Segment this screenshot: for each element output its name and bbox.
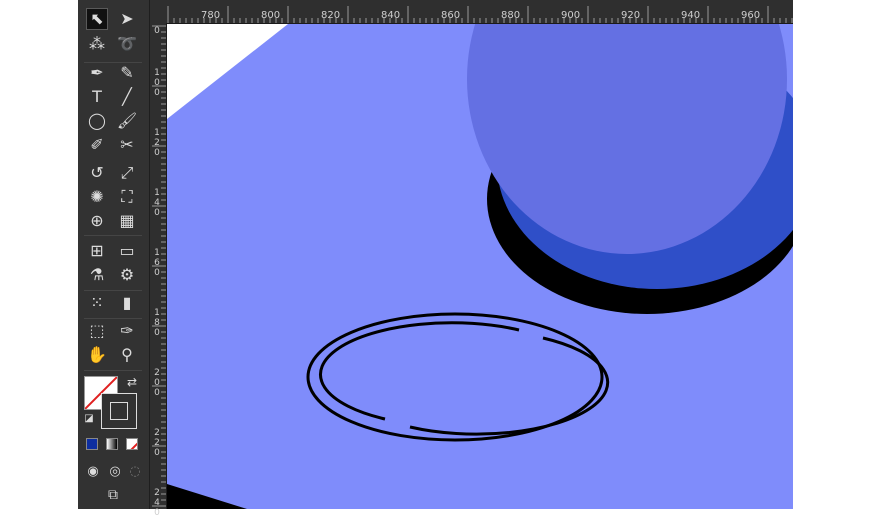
shaper-tool-icon[interactable]: ✐ xyxy=(86,134,108,156)
ruler-label: 800 xyxy=(261,10,281,21)
tools-divider xyxy=(84,370,142,371)
ruler-label: 860 xyxy=(441,10,461,21)
draw-normal-icon[interactable]: ◉ xyxy=(82,460,104,482)
none-mode-button[interactable] xyxy=(126,438,138,450)
column-graph-tool-icon[interactable]: ▮ xyxy=(116,292,138,314)
perspective-grid-tool-icon[interactable]: ▦ xyxy=(116,210,138,232)
blend-tool-icon[interactable]: ⚙ xyxy=(116,264,138,286)
ruler-label: 780 xyxy=(201,10,221,21)
swap-fill-stroke-icon[interactable]: ⇄ xyxy=(124,374,140,390)
ruler-label: 120 xyxy=(154,128,160,158)
scale-tool-icon[interactable]: ⤢ xyxy=(116,162,138,184)
gradient-mode-button[interactable] xyxy=(106,438,118,450)
pen-tool-icon[interactable]: ✒ xyxy=(86,62,108,84)
ellipse-tool-icon[interactable]: ◯ xyxy=(86,110,108,132)
rotate-tool-icon[interactable]: ↺ xyxy=(86,162,108,184)
selection-tool-icon[interactable]: ⬉ xyxy=(86,8,108,30)
type-tool-icon[interactable]: T xyxy=(86,86,108,108)
ruler-label: 840 xyxy=(381,10,401,21)
tools-divider xyxy=(84,235,142,236)
mesh-tool-icon[interactable]: ⊞ xyxy=(86,240,108,262)
gradient-tool-icon[interactable]: ▭ xyxy=(116,240,138,262)
warp-tool-icon[interactable]: ✺ xyxy=(86,186,108,208)
lasso-tool-icon[interactable]: ➰ xyxy=(116,33,138,55)
tools-divider xyxy=(84,62,142,63)
change-screen-mode-icon[interactable]: ⧉ xyxy=(100,484,126,506)
zoom-tool-icon[interactable]: ⚲ xyxy=(116,344,138,366)
symbol-sprayer-tool-icon[interactable]: ⁙ xyxy=(86,292,108,314)
curvature-tool-icon[interactable]: ✎ xyxy=(116,62,138,84)
ruler-label: 0 xyxy=(154,26,160,36)
shape-builder-tool-icon[interactable]: ⊕ xyxy=(86,210,108,232)
tools-divider xyxy=(84,318,142,319)
eyedropper-tool-icon[interactable]: ⚗ xyxy=(86,264,108,286)
ruler-label: 940 xyxy=(681,10,701,21)
line-segment-tool-icon[interactable]: ╱ xyxy=(116,86,138,108)
paintbrush-tool-icon[interactable]: 🖌 xyxy=(116,110,138,132)
ruler-label: 140 xyxy=(154,188,160,218)
ruler-label: 180 xyxy=(154,308,160,338)
none-color-icon xyxy=(130,442,137,449)
hand-tool-icon[interactable]: ✋ xyxy=(86,344,108,366)
ruler-label: 900 xyxy=(561,10,581,21)
default-fill-stroke-icon[interactable]: ◪ xyxy=(82,412,96,426)
draw-behind-icon[interactable]: ◎ xyxy=(104,460,126,482)
ruler-label: 200 xyxy=(154,368,160,398)
scissors-tool-icon[interactable]: ✂ xyxy=(116,134,138,156)
artboard-tool-icon[interactable]: ⬚ xyxy=(86,320,108,342)
ruler-label: 920 xyxy=(621,10,641,21)
ruler-label: 220 xyxy=(154,428,160,458)
artboard-canvas[interactable] xyxy=(167,24,793,509)
direct-selection-tool-icon[interactable]: ➤ xyxy=(116,8,138,30)
artwork xyxy=(167,24,793,509)
draw-inside-icon[interactable]: ◌ xyxy=(124,460,146,482)
ruler-label: 820 xyxy=(321,10,341,21)
ruler-label: 160 xyxy=(154,248,160,278)
slice-tool-icon[interactable]: ✑ xyxy=(116,320,138,342)
stroke-swatch[interactable] xyxy=(101,393,137,429)
free-transform-tool-icon[interactable]: ⛶ xyxy=(116,186,138,208)
ruler-label: 960 xyxy=(741,10,761,21)
ruler-label: 240 xyxy=(154,488,160,518)
tools-divider xyxy=(84,290,142,291)
color-mode-button[interactable] xyxy=(86,438,98,450)
magic-wand-tool-icon[interactable]: ⁂ xyxy=(86,33,108,55)
ruler-label: 100 xyxy=(154,68,160,98)
ruler-label: 880 xyxy=(501,10,521,21)
